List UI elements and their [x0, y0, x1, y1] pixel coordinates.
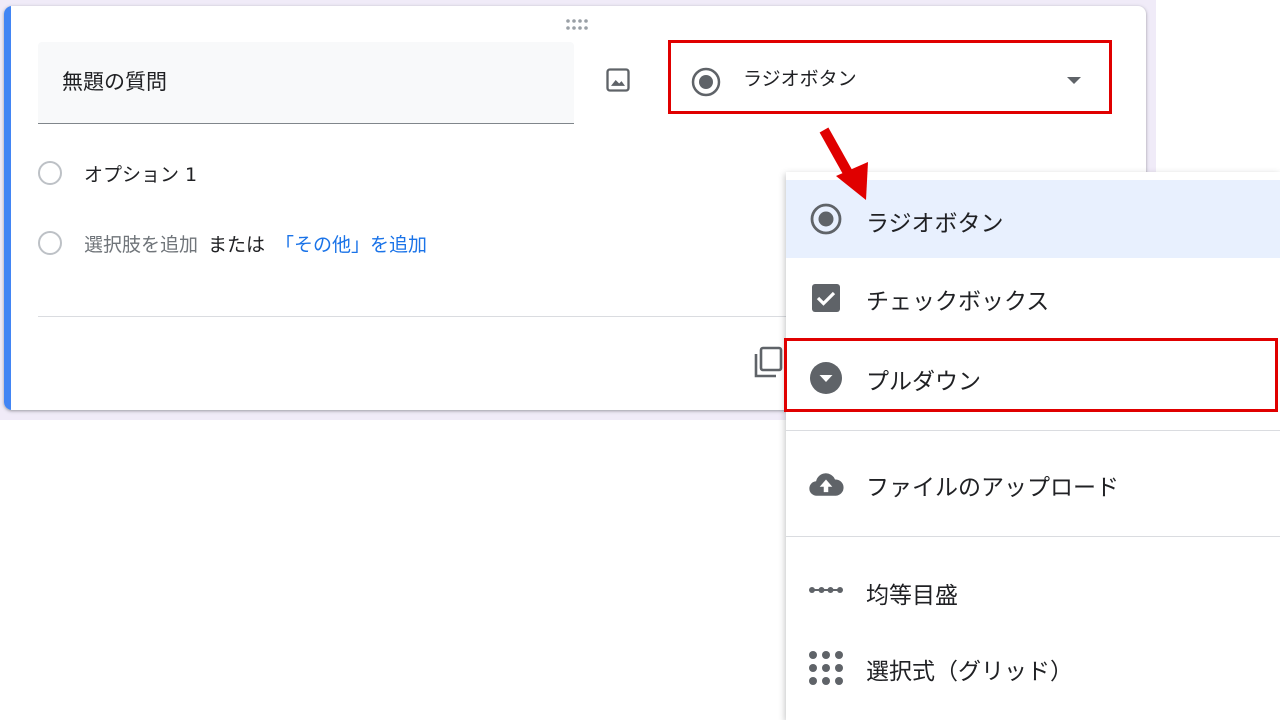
- question-type-menu: ラジオボタン チェックボックス プルダウン ファイルのアップロード 均等目盛 選…: [786, 172, 1280, 720]
- duplicate-icon[interactable]: [752, 346, 786, 380]
- question-title-input[interactable]: 無題の質問: [38, 42, 574, 124]
- radio-checked-icon: [810, 203, 842, 235]
- arrow-down-right-icon: [819, 127, 868, 200]
- add-image-button[interactable]: [600, 62, 636, 98]
- active-card-indicator: [4, 6, 11, 410]
- cloud-upload-icon: [809, 473, 844, 496]
- menu-item-label: 選択式（グリッド）: [866, 659, 1073, 685]
- dropdown-circle-icon: [810, 362, 842, 394]
- chevron-down-icon: [1067, 77, 1081, 84]
- menu-item-label: 均等目盛: [866, 583, 958, 609]
- menu-item-file-upload[interactable]: ファイルのアップロード: [786, 444, 1280, 522]
- add-other-link[interactable]: 「その他」を追加: [275, 234, 427, 256]
- menu-divider: [786, 430, 1280, 431]
- option-label[interactable]: オプション 1: [84, 160, 197, 187]
- menu-item-checkbox[interactable]: チェックボックス: [786, 258, 1280, 338]
- linear-scale-icon: [809, 587, 843, 593]
- menu-item-icon: [808, 280, 844, 316]
- add-choice-link[interactable]: 選択肢を追加: [84, 234, 198, 256]
- menu-divider: [786, 536, 1280, 537]
- add-option-row: 選択肢を追加 または 「その他」を追加: [38, 230, 758, 260]
- drag-handle-icon[interactable]: [564, 18, 590, 32]
- question-title-text: 無題の質問: [62, 70, 167, 94]
- option-row[interactable]: オプション 1: [38, 160, 758, 190]
- menu-item-icon: [808, 466, 844, 502]
- menu-item-grid[interactable]: 選択式（グリッド）: [786, 630, 1280, 710]
- menu-item-dropdown[interactable]: プルダウン: [786, 338, 1280, 416]
- radio-checked-icon: [691, 67, 721, 97]
- menu-item-label: プルダウン: [866, 369, 981, 395]
- radio-unchecked-icon: [38, 161, 62, 185]
- menu-item-label: チェックボックス: [866, 289, 1050, 315]
- radio-unchecked-icon: [38, 231, 62, 255]
- menu-item-label: ラジオボタン: [866, 211, 1004, 237]
- question-type-select[interactable]: ラジオボタン: [670, 42, 1110, 114]
- menu-item-linear-scale[interactable]: 均等目盛: [786, 550, 1280, 630]
- checkbox-icon: [812, 284, 840, 312]
- menu-item-label: ファイルのアップロード: [866, 475, 1119, 501]
- add-option-text: 選択肢を追加 または 「その他」を追加: [84, 230, 427, 257]
- grid-icon: [809, 651, 843, 685]
- screenshot-stage: 無題の質問 ラジオボタン オプション 1 選択肢を追加または 「その他」を追加 …: [0, 0, 1280, 720]
- add-or-text: または: [208, 234, 266, 256]
- question-type-label: ラジオボタン: [743, 68, 857, 90]
- image-icon: [606, 68, 630, 92]
- menu-item-icon: [808, 360, 844, 396]
- menu-item-icon: [808, 650, 844, 686]
- menu-item-icon: [808, 572, 844, 608]
- menu-item-icon: [808, 201, 844, 237]
